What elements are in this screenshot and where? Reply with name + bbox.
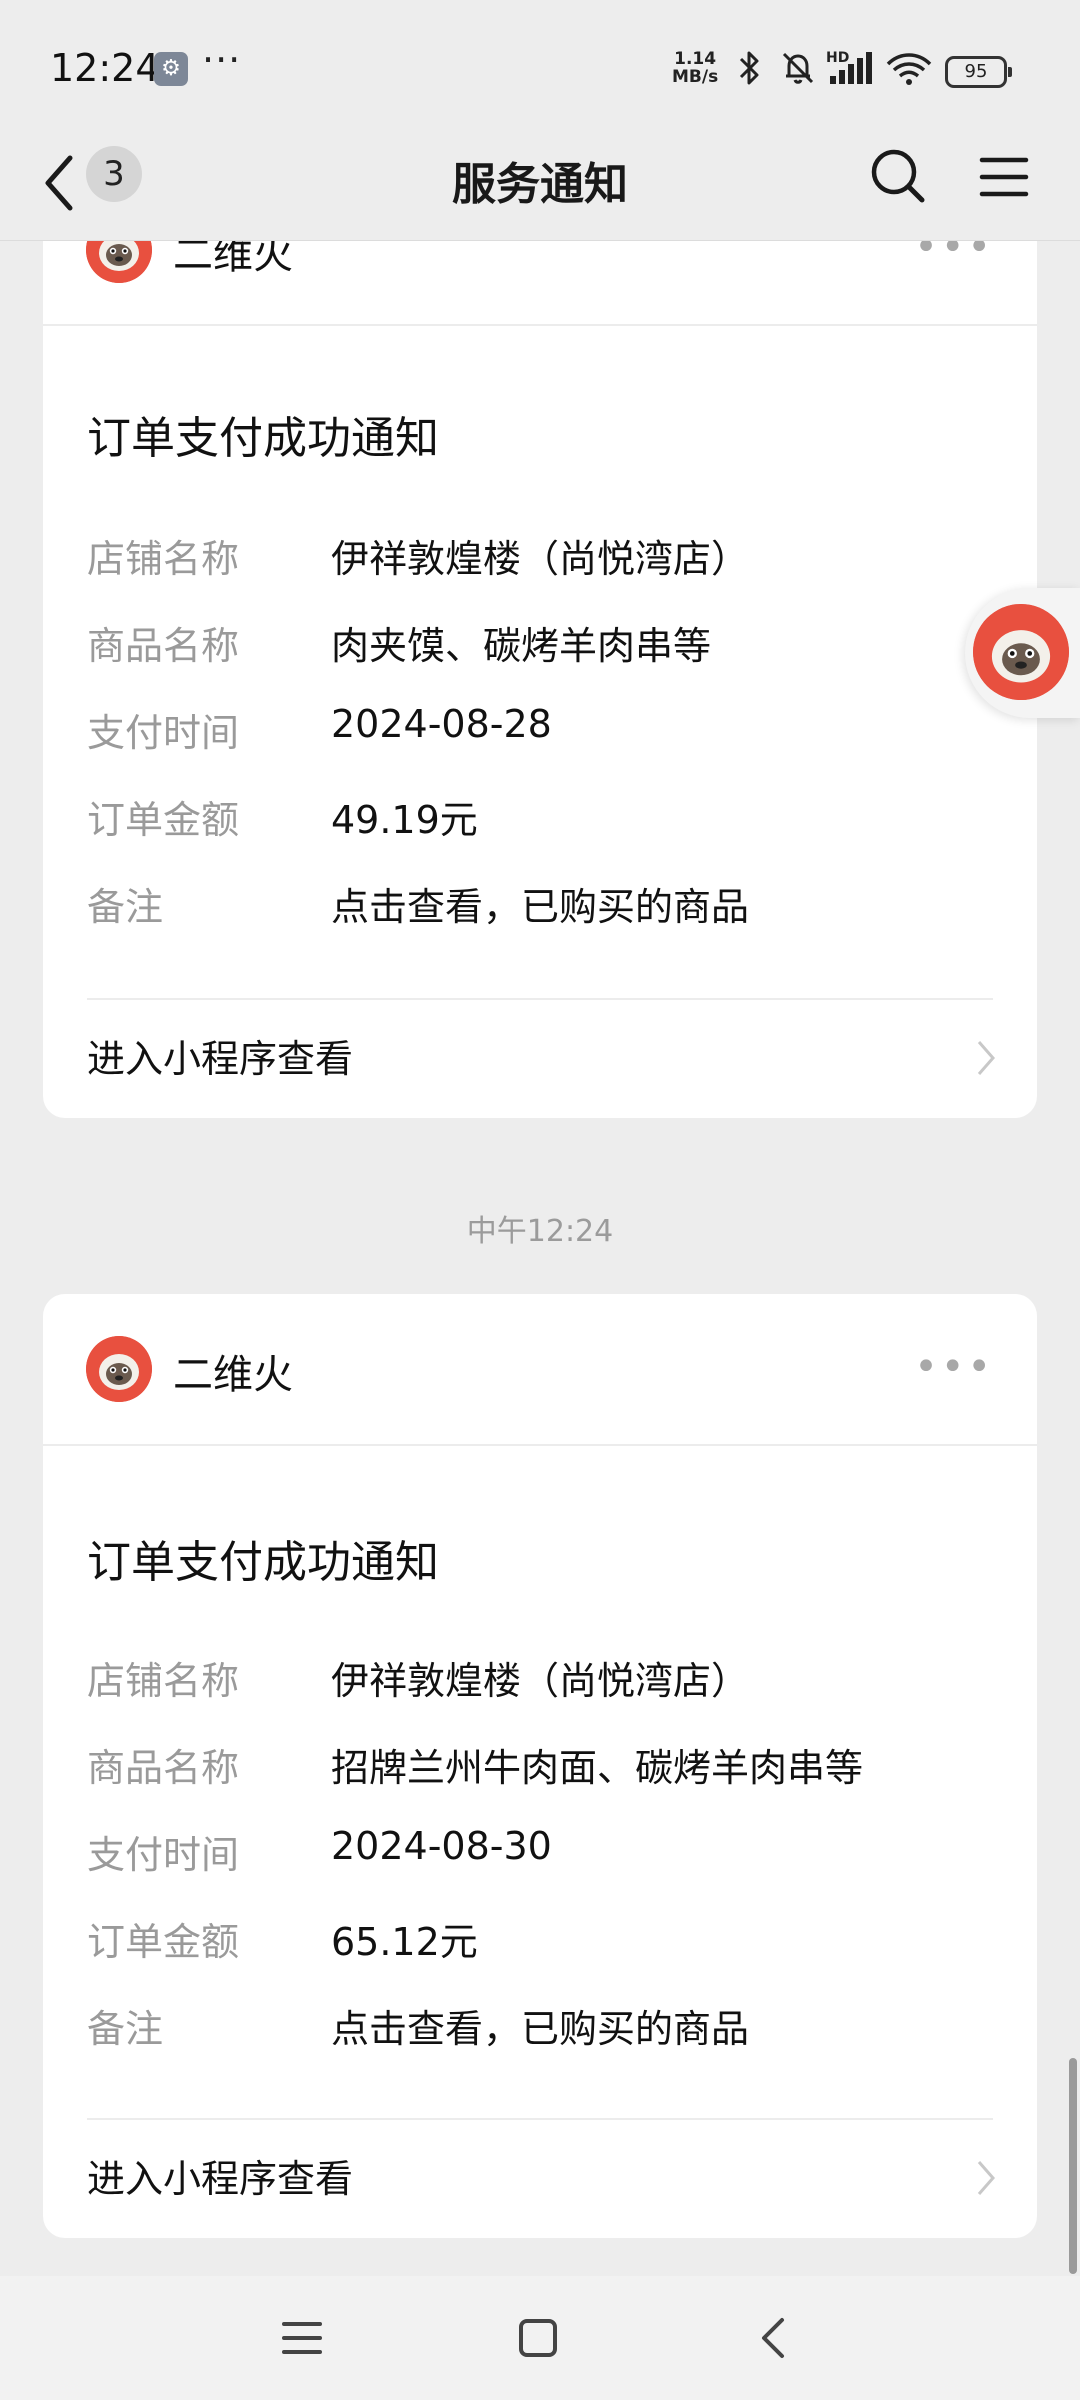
chevron-right-icon xyxy=(977,2161,995,2195)
back-icon[interactable] xyxy=(752,2314,796,2362)
top-nav-bar: 3 服务通知 xyxy=(0,130,1080,241)
more-options-icon[interactable]: ••• xyxy=(914,1347,994,1387)
field-key: 订单金额 xyxy=(87,798,240,842)
field-value: 49.19元 xyxy=(331,798,478,842)
open-miniprogram-link[interactable]: 进入小程序查看 xyxy=(43,2120,1037,2238)
search-icon[interactable] xyxy=(868,146,928,206)
signal-icon xyxy=(830,52,872,84)
field-value: 点击查看，已购买的商品 xyxy=(331,885,750,929)
battery-icon: 95 xyxy=(945,56,1012,88)
field-key: 支付时间 xyxy=(87,711,240,755)
field-key: 备注 xyxy=(87,2007,164,2051)
field-key: 商品名称 xyxy=(87,1746,240,1790)
link-label: 进入小程序查看 xyxy=(87,2157,354,2201)
chevron-right-icon xyxy=(977,1041,995,1075)
net-speed: 1.14 MB/s xyxy=(672,50,718,86)
field-key: 店铺名称 xyxy=(87,537,240,581)
card-title: 订单支付成功通知 xyxy=(87,1537,439,1588)
notification-card: 二维火 ••• 订单支付成功通知 店铺名称 伊祥敦煌楼（尚悦湾店） 商品名称 招… xyxy=(43,1294,1037,2238)
field-value: 伊祥敦煌楼（尚悦湾店） xyxy=(331,1659,750,1703)
status-time: 12:24 xyxy=(50,46,160,90)
net-speed-unit: MB/s xyxy=(672,67,719,87)
recents-icon[interactable] xyxy=(280,2316,324,2360)
sender-name: 二维火 xyxy=(173,1352,293,1398)
field-value: 伊祥敦煌楼（尚悦湾店） xyxy=(331,537,750,581)
field-value: 招牌兰州牛肉面、碳烤羊肉串等 xyxy=(331,1746,864,1790)
status-bar: 12:24 ⚙ ··· 1.14 MB/s HD 95 xyxy=(0,0,1080,130)
field-value: 点击查看，已购买的商品 xyxy=(331,2007,750,2051)
field-value: 2024-08-30 xyxy=(331,1824,552,1868)
screen: { "status_bar": { "time": "12:24", "net_… xyxy=(0,0,1080,2400)
open-miniprogram-link[interactable]: 进入小程序查看 xyxy=(43,1000,1037,1118)
field-key: 商品名称 xyxy=(87,624,240,668)
field-value: 2024-08-28 xyxy=(331,702,552,746)
wifi-icon xyxy=(886,53,932,85)
more-dots-icon: ··· xyxy=(202,38,242,82)
field-value: 肉夹馍、碳烤羊肉串等 xyxy=(331,624,712,668)
menu-icon[interactable] xyxy=(978,152,1030,202)
floating-avatar xyxy=(973,604,1069,700)
scrollbar[interactable] xyxy=(1069,2058,1077,2274)
field-value: 65.12元 xyxy=(331,1920,478,1964)
card-title: 订单支付成功通知 xyxy=(87,413,439,464)
wrench-icon: ⚙ xyxy=(154,52,188,86)
avatar[interactable] xyxy=(86,1336,152,1402)
net-speed-value: 1.14 xyxy=(674,49,717,69)
field-key: 店铺名称 xyxy=(87,1659,240,1703)
mascot-icon xyxy=(86,1336,152,1402)
field-key: 订单金额 xyxy=(87,1920,240,1964)
mascot-icon xyxy=(973,604,1069,700)
system-nav-bar xyxy=(0,2276,1080,2400)
link-label: 进入小程序查看 xyxy=(87,1037,354,1081)
message-timestamp: 中午12:24 xyxy=(466,1214,614,1249)
home-icon[interactable] xyxy=(516,2316,560,2360)
field-key: 支付时间 xyxy=(87,1833,240,1877)
mute-bell-icon xyxy=(782,52,814,84)
bluetooth-icon xyxy=(739,51,759,85)
card-header: 二维火 ••• xyxy=(43,1294,1037,1446)
notification-card: 二维火 ••• 订单支付成功通知 店铺名称 伊祥敦煌楼（尚悦湾店） 商品名称 肉… xyxy=(43,130,1037,1118)
field-key: 备注 xyxy=(87,885,164,929)
